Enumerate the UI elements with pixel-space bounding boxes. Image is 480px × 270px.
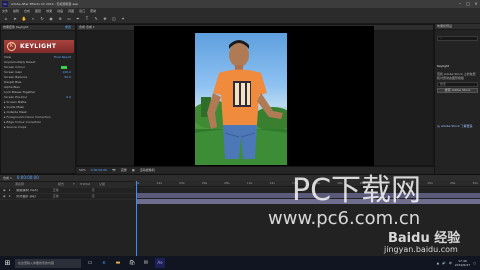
menu-layer[interactable]: 图层 [35,10,41,13]
current-time-indicator[interactable] [136,181,137,256]
keylight-banner: K KEYLIGHT [4,40,74,53]
camera-icon[interactable]: 📷 [112,168,116,172]
text-tool-icon[interactable]: T [84,16,90,22]
current-time-display[interactable]: 0:00:00:00 [17,176,39,180]
keylight-preset-item[interactable]: Keylight [435,63,480,69]
window-title: Adobe After Effects CC 2019 - 无标题项目.aep [11,1,79,6]
mail-icon[interactable]: ✉ [141,258,151,268]
stock-search-input[interactable]: 搜索 [437,82,478,87]
volume-icon[interactable]: 🔊 [442,261,446,265]
rotate-tool-icon[interactable]: ↻ [39,16,45,22]
effects-presets-tab[interactable]: 效果和预设 [437,25,452,28]
layer-parent[interactable]: 无 [92,195,95,198]
store-icon[interactable]: 🛍 [127,258,137,268]
file-explorer-icon[interactable]: ▬ [113,258,123,268]
layer-parent[interactable]: 无 [92,189,95,192]
windows-taskbar: ⊞ 在这里输入你要搜索的内容 ▭ e ▬ 🛍 ✉ Ae ▲ 🔊 中 17:46 … [0,256,480,270]
layer-mode[interactable]: 正常 [53,189,67,192]
pc-watermark-url: www.pc6.com.cn [268,208,421,229]
screen-colour-swatch[interactable] [61,66,67,69]
zoom-dropdown[interactable]: 50% [79,168,86,172]
keylight-logo-icon: K [7,42,16,51]
quality-dropdown[interactable]: 完整 [121,168,127,172]
minimize-icon[interactable]: – [456,0,464,8]
menu-bar: 文件 编辑 合成 图层 效果 动画 视图 窗口 帮助 [0,8,480,15]
camera-tool-icon[interactable]: ◉ [48,16,54,22]
menu-animation[interactable]: 动画 [57,10,63,13]
stock-description: 查找 Adobe Stock 上的免费和付费动态图形模板 [437,72,476,80]
effects-search-field[interactable]: ⌕ [437,36,478,41]
system-tray: ▲ 🔊 中 17:46 2019/6/27 ▢ [437,259,476,267]
layer-name[interactable]: [背景图片.jpg] [16,195,50,198]
effects-presets-panel: 效果和预设 ⌕ Keylight 查找 Adobe Stock 上的免费和付费动… [434,24,480,174]
input-language[interactable]: 中 [449,261,452,265]
effect-controls-tab[interactable]: 效果控件 Keylight [3,26,28,29]
menu-help[interactable]: 帮助 [90,10,96,13]
viewer-timecode[interactable]: 0:00:00:00 [91,168,107,172]
group-source-crops[interactable]: ▸ Source Crops [1,125,75,130]
composition-tab[interactable]: 合成 合成 1 [79,26,95,29]
after-effects-icon: Ae [2,1,8,7]
pc-watermark-text: PC下载网 [292,173,421,206]
keylight-properties: View Final Result Unpremultiply Result Sc… [1,55,75,130]
eraser-tool-icon[interactable]: ◫ [111,16,117,22]
effects-presets-header: 效果和预设 [435,24,480,30]
taskbar-search-box[interactable]: 在这里输入你要搜索的内容 [15,258,81,268]
menu-effect[interactable]: 效果 [46,10,52,13]
home-icon[interactable]: ⌂ [3,16,9,22]
edge-browser-icon[interactable]: e [99,258,109,268]
title-bar: Ae Adobe After Effects CC 2019 - 无标题项目.a… [0,0,480,8]
stamp-tool-icon[interactable]: ⎈ [102,16,108,22]
baidu-jingyan-url: jingyan.baidu.com [384,245,458,254]
search-adobe-stock-button[interactable]: 搜索 Adobe Stock [437,88,478,93]
search-icon: ⌕ [440,36,443,40]
boy-photo-svg [195,40,287,165]
network-icon[interactable]: ▲ [437,261,439,265]
visibility-eye-icon[interactable]: ◉ [3,195,6,198]
taskbar-clock[interactable]: 17:46 2019/6/27 [455,259,470,267]
keylight-name: KEYLIGHT [20,42,57,50]
layer-mode[interactable]: 正常 [53,195,67,198]
maximize-icon[interactable]: □ [464,0,472,8]
close-icon[interactable]: × [472,0,480,8]
task-view-icon[interactable]: ▭ [85,258,95,268]
grid-icon[interactable]: ▦ [132,168,135,172]
active-camera-dropdown[interactable]: 活动摄像机 [140,168,155,172]
effect-controls-header: 效果控件 Keylight 重置 [1,25,75,31]
puppet-tool-icon[interactable]: ✦ [120,16,126,22]
layer-name[interactable]: [视频素材.mp4] [16,189,50,192]
stock-footer-link[interactable]: 从 Adobe Stock 了解更多 [435,123,480,129]
baidu-jingyan-logo: Baidu 经验 [388,231,461,246]
menu-file[interactable]: 文件 [2,10,8,13]
timeline-tab[interactable]: 合成 1 [3,176,12,180]
keyed-footage-image [195,33,287,165]
menu-window[interactable]: 窗口 [79,10,85,13]
pan-behind-tool-icon[interactable]: ⊕ [57,16,63,22]
visibility-eye-icon[interactable]: ◉ [3,189,6,192]
tools-toolbar: ⌂ ➤ ✋ ⌕ ↻ ◉ ⊕ ▭ ✒ T ✎ ⎈ ◫ ✦ [0,15,480,24]
after-effects-taskbar-icon[interactable]: Ae [155,258,165,268]
pc-download-watermark: PC下载网 [292,173,421,206]
reset-link[interactable]: 重置 [65,26,71,29]
windows-start-icon[interactable]: ⊞ [3,259,12,268]
hand-tool-icon[interactable]: ✋ [21,16,27,22]
brush-tool-icon[interactable]: ✎ [93,16,99,22]
menu-view[interactable]: 视图 [68,10,74,13]
selection-tool-icon[interactable]: ➤ [12,16,18,22]
menu-edit[interactable]: 编辑 [13,10,19,13]
pen-tool-icon[interactable]: ✒ [75,16,81,22]
zoom-tool-icon[interactable]: ⌕ [30,16,36,22]
rectangle-tool-icon[interactable]: ▭ [66,16,72,22]
notification-icon[interactable]: ▢ [473,261,476,265]
menu-composition[interactable]: 合成 [24,10,30,13]
